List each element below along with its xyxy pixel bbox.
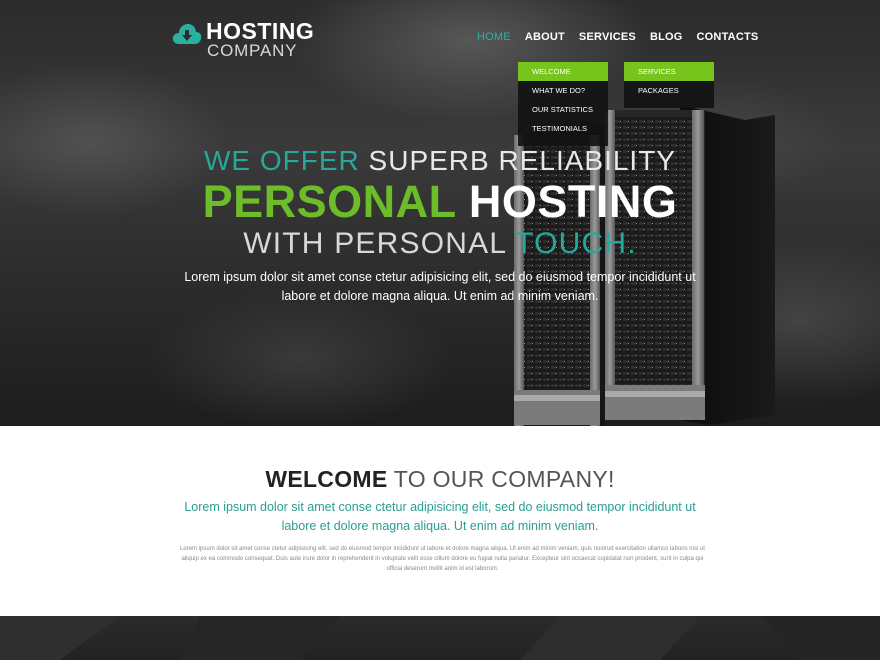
logo-subtitle: COMPANY <box>207 41 298 60</box>
hero-headline-rest: HOSTING <box>455 176 678 227</box>
dropdown-item-our-statistics[interactable]: OUR STATISTICS <box>518 100 608 119</box>
logo-title: HOSTING <box>206 18 315 44</box>
hero-subheadline-highlight: TOUCH. <box>515 227 637 260</box>
dropdown-item-what-we-do[interactable]: WHAT WE DO? <box>518 81 608 100</box>
welcome-lead-text: Lorem ipsum dolor sit amet conse ctetur … <box>184 500 696 533</box>
dropdown-item-packages[interactable]: PACKAGES <box>624 81 714 100</box>
nav-about[interactable]: ABOUT <box>525 31 565 43</box>
welcome-title-light: TO OUR COMPANY! <box>387 466 615 492</box>
welcome-section: WELCOME TO OUR COMPANY! Lorem ipsum dolo… <box>0 426 880 616</box>
cloud-download-icon <box>172 24 202 44</box>
dark-section-band <box>0 616 880 660</box>
about-dropdown-menu: WELCOME WHAT WE DO? OUR STATISTICS TESTI… <box>518 62 608 146</box>
welcome-title: WELCOME TO OUR COMPANY! <box>0 466 880 493</box>
main-nav: HOME ABOUT SERVICES BLOG CONTACTS <box>477 31 772 43</box>
services-dropdown-menu: SERVICES PACKAGES <box>624 62 714 108</box>
dropdown-item-welcome[interactable]: WELCOME <box>518 62 608 81</box>
hero-headline: PERSONAL HOSTING <box>0 176 880 228</box>
nav-blog[interactable]: BLOG <box>650 31 683 43</box>
nav-home[interactable]: HOME <box>477 31 511 43</box>
hero-subheadline-rest: WITH PERSONAL <box>243 227 516 260</box>
welcome-body-text: Lorem ipsum dolor sit amet conse ctetur … <box>180 546 705 572</box>
dropdown-item-services[interactable]: SERVICES <box>624 62 714 81</box>
hero-section: HOSTING COMPANY HOME ABOUT SERVICES BLOG… <box>0 0 880 426</box>
nav-contacts[interactable]: CONTACTS <box>697 31 759 43</box>
hero-tagline-rest: SUPERB RELIABILITY <box>359 145 676 176</box>
hero-tagline: WE OFFER SUPERB RELIABILITY <box>0 145 880 177</box>
hero-subheadline: WITH PERSONAL TOUCH. <box>0 227 880 261</box>
welcome-title-bold: WELCOME <box>265 466 388 492</box>
hero-description: Lorem ipsum dolor sit amet conse ctetur … <box>184 270 696 303</box>
nav-services[interactable]: SERVICES <box>579 31 636 43</box>
hero-headline-highlight: PERSONAL <box>202 176 456 227</box>
logo[interactable]: HOSTING COMPANY <box>172 20 314 59</box>
polygon-background <box>0 616 880 660</box>
dropdown-item-testimonials[interactable]: TESTIMONIALS <box>518 119 608 138</box>
hero-tagline-highlight: WE OFFER <box>204 145 360 176</box>
